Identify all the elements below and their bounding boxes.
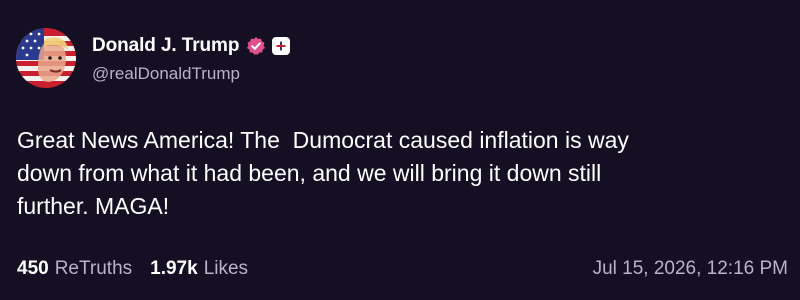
truth-post: Donald J. Trump @realDonaldTrump Great N…: [0, 0, 800, 300]
likes-label: Likes: [203, 258, 249, 279]
retruths-label: ReTruths: [54, 258, 133, 279]
verified-badge-icon: [246, 36, 266, 56]
post-timestamp[interactable]: Jul 15, 2026, 12:16 PM: [593, 258, 788, 280]
author-display-name[interactable]: Donald J. Trump: [92, 35, 239, 57]
retruths-stat[interactable]: 450 ReTruths: [17, 258, 132, 280]
post-text: Great News America! The Dumocrat caused …: [17, 127, 629, 219]
likes-count: 1.97k: [150, 258, 198, 279]
post-footer: 450 ReTruths 1.97k Likes Jul 15, 2026, 1…: [17, 256, 788, 282]
avatar[interactable]: [16, 28, 76, 88]
plus-badge-icon: [272, 37, 291, 55]
author-identity: Donald J. Trump @realDonaldTrump: [92, 34, 291, 84]
likes-stat[interactable]: 1.97k Likes: [150, 258, 248, 280]
author-handle[interactable]: @realDonaldTrump: [92, 64, 290, 84]
post-stats: 450 ReTruths 1.97k Likes: [17, 258, 266, 280]
retruths-count: 450: [17, 258, 49, 279]
name-row: Donald J. Trump: [92, 34, 291, 58]
flag-portrait-avatar-icon: [16, 28, 76, 88]
post-header: Donald J. Trump @realDonaldTrump: [16, 28, 291, 88]
